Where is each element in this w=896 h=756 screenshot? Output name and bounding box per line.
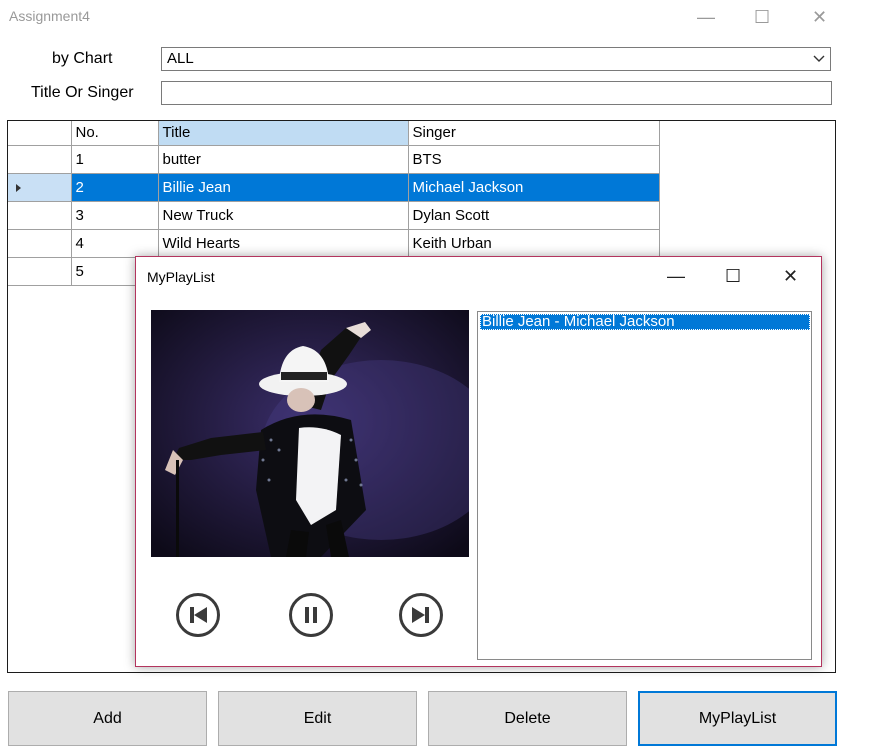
cell-title[interactable]: New Truck (157, 200, 409, 230)
chart-combobox-value: ALL (167, 50, 194, 67)
row-header[interactable] (8, 256, 72, 286)
table-row[interactable]: 3 New Truck Dylan Scott (8, 200, 660, 230)
myplaylist-window[interactable]: MyPlayList — ☐ ✕ Billie Jean - Michael J… (135, 256, 822, 667)
cell-singer[interactable]: Dylan Scott (407, 200, 660, 230)
minimize-button[interactable]: — (697, 8, 715, 26)
edit-button[interactable]: Edit (218, 691, 417, 746)
popup-title: MyPlayList (147, 269, 215, 285)
popup-minimize-button[interactable]: — (667, 266, 685, 286)
chart-label: by Chart (52, 50, 113, 67)
column-header-title[interactable]: Title (157, 121, 409, 146)
delete-button[interactable]: Delete (428, 691, 627, 746)
table-row[interactable]: 2 Billie Jean Michael Jackson (8, 172, 660, 202)
chart-combobox[interactable]: ALL (161, 47, 831, 71)
list-item[interactable]: Billie Jean - Michael Jackson (480, 314, 810, 330)
popup-close-button[interactable]: ✕ (783, 266, 798, 286)
window-title: Assignment4 (9, 8, 90, 24)
row-header[interactable] (8, 200, 72, 230)
chevron-down-icon[interactable] (812, 53, 826, 65)
add-button[interactable]: Add (8, 691, 207, 746)
close-button[interactable]: ✕ (812, 8, 827, 26)
playlist-listbox[interactable]: Billie Jean - Michael Jackson (477, 311, 812, 660)
search-label: Title Or Singer (31, 84, 134, 101)
cell-title[interactable]: butter (157, 144, 409, 174)
maximize-button[interactable]: ☐ (754, 8, 770, 26)
myplaylist-button[interactable]: MyPlayList (638, 691, 837, 746)
cell-title[interactable]: Billie Jean (157, 172, 409, 202)
previous-track-button[interactable] (176, 593, 220, 637)
cell-title[interactable]: Wild Hearts (157, 228, 409, 258)
grid-corner-header (8, 121, 72, 146)
pause-button[interactable] (289, 593, 333, 637)
cell-singer[interactable]: BTS (407, 144, 660, 174)
row-header[interactable] (8, 172, 72, 202)
next-track-icon (412, 607, 429, 623)
column-header-no[interactable]: No. (70, 121, 159, 146)
column-header-singer[interactable]: Singer (407, 121, 660, 146)
previous-track-icon (190, 607, 207, 623)
title-or-singer-input[interactable] (161, 81, 832, 105)
row-header[interactable] (8, 228, 72, 258)
cell-singer[interactable]: Michael Jackson (407, 172, 660, 202)
cell-no[interactable]: 4 (70, 228, 159, 258)
table-row[interactable]: 4 Wild Hearts Keith Urban (8, 228, 660, 258)
popup-maximize-button[interactable]: ☐ (725, 266, 741, 286)
pause-icon (305, 607, 317, 623)
current-row-arrow-icon (16, 183, 21, 192)
table-row[interactable]: 1 butter BTS (8, 144, 660, 174)
cell-singer[interactable]: Keith Urban (407, 228, 660, 258)
row-header[interactable] (8, 144, 72, 174)
cell-no[interactable]: 1 (70, 144, 159, 174)
album-art-image (151, 310, 469, 557)
cell-no[interactable]: 2 (70, 172, 159, 202)
cell-no[interactable]: 3 (70, 200, 159, 230)
next-track-button[interactable] (399, 593, 443, 637)
